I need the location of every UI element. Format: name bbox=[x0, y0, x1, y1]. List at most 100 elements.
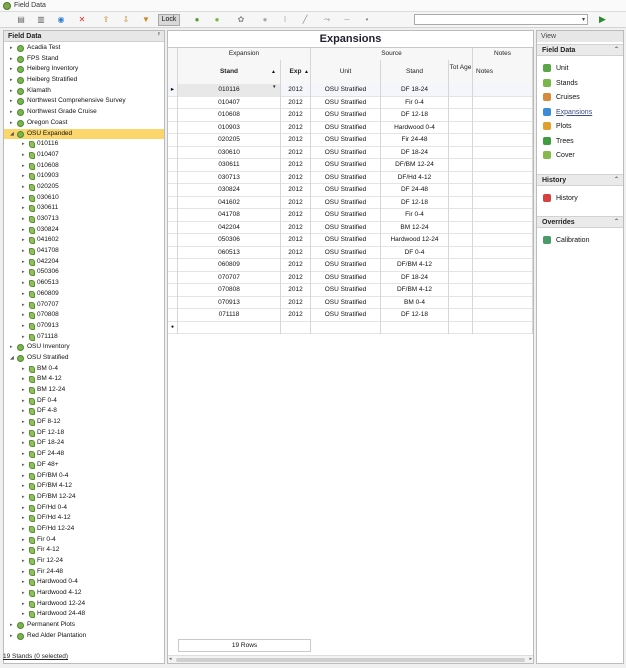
expand-icon[interactable]: ▸ bbox=[22, 235, 28, 246]
expand-icon[interactable]: ▸ bbox=[22, 588, 28, 599]
tree-item[interactable]: ▸ Fir 0-4 bbox=[4, 535, 164, 546]
new-row-cell[interactable] bbox=[281, 321, 311, 334]
tree-item[interactable]: ▸ DF/BM 12-24 bbox=[4, 492, 164, 503]
cell-source-stand[interactable]: DF/BM 4-12 bbox=[381, 259, 449, 272]
circle-icon[interactable]: ● bbox=[260, 15, 270, 25]
expand-icon[interactable]: ▸ bbox=[22, 278, 28, 289]
cell-notes[interactable] bbox=[473, 259, 533, 272]
expand-icon[interactable]: ▸ bbox=[22, 545, 28, 556]
tree-item[interactable]: ▸ 050306 bbox=[4, 267, 164, 278]
tree-item[interactable]: ▸ DF 4-8 bbox=[4, 406, 164, 417]
tree-item[interactable]: ▸ Hardwood 24-48 bbox=[4, 609, 164, 620]
cell-unit[interactable]: OSU Stratified bbox=[311, 96, 381, 109]
cell-notes[interactable] bbox=[473, 246, 533, 259]
expand-icon[interactable]: ▸ bbox=[10, 86, 16, 97]
tree-item[interactable]: ▸ DF/Hd 4-12 bbox=[4, 513, 164, 524]
expand-icon[interactable]: ▸ bbox=[10, 54, 16, 65]
view-item-unit[interactable]: Unit bbox=[543, 63, 568, 75]
cell-exp[interactable]: 2012 bbox=[281, 109, 311, 122]
tree-item[interactable]: ▸ Northwest Grade Cruise bbox=[4, 107, 164, 118]
expand-icon[interactable]: ▸ bbox=[22, 535, 28, 546]
expand-icon[interactable]: ▸ bbox=[10, 620, 16, 631]
row-indicator[interactable] bbox=[168, 259, 178, 272]
expand-icon[interactable]: ▸ bbox=[22, 556, 28, 567]
cell-stand[interactable]: 041602 bbox=[178, 196, 281, 209]
expand-icon[interactable]: ▸ bbox=[22, 289, 28, 300]
row-indicator[interactable] bbox=[168, 184, 178, 197]
tree-item[interactable]: ▸ BM 12-24 bbox=[4, 385, 164, 396]
expand-icon[interactable]: ▸ bbox=[22, 609, 28, 620]
section-header[interactable]: Overrides ⌃ bbox=[537, 216, 623, 228]
collapse-icon[interactable]: ⌃ bbox=[614, 175, 619, 186]
export-icon[interactable]: ⇪ bbox=[101, 15, 111, 25]
cell-exp[interactable]: 2012 bbox=[281, 84, 311, 97]
tree-item[interactable]: ▸ 060809 bbox=[4, 289, 164, 300]
view-item-expansions[interactable]: Expansions bbox=[543, 107, 592, 119]
cell-tot-age[interactable] bbox=[449, 84, 473, 97]
tree-item[interactable]: ▸ Hardwood 12-24 bbox=[4, 599, 164, 610]
cell-source-stand[interactable]: BM 12-24 bbox=[381, 221, 449, 234]
cell-source-stand[interactable]: DF 18-24 bbox=[381, 84, 449, 97]
expand-icon[interactable]: ▸ bbox=[22, 150, 28, 161]
cell-tot-age[interactable] bbox=[449, 296, 473, 309]
filter-icon[interactable]: ▼ bbox=[141, 15, 151, 25]
row-indicator[interactable] bbox=[168, 246, 178, 259]
cell-stand[interactable]: 010407 bbox=[178, 96, 281, 109]
cell-unit[interactable]: OSU Stratified bbox=[311, 271, 381, 284]
tree-item[interactable]: ▸ 070707 bbox=[4, 300, 164, 311]
tree-item[interactable]: ▸ 020205 bbox=[4, 182, 164, 193]
cell-stand[interactable]: 070707 bbox=[178, 271, 281, 284]
cell-source-stand[interactable]: DF/Hd 4-12 bbox=[381, 171, 449, 184]
expand-icon[interactable]: ▸ bbox=[22, 460, 28, 471]
cell-unit[interactable]: OSU Stratified bbox=[311, 296, 381, 309]
tree-item[interactable]: ◢ OSU Expanded bbox=[4, 128, 164, 140]
row-indicator[interactable] bbox=[168, 159, 178, 172]
cell-tot-age[interactable] bbox=[449, 159, 473, 172]
cell-exp[interactable]: 2012 bbox=[281, 159, 311, 172]
tree-item[interactable]: ▸ BM 4-12 bbox=[4, 374, 164, 385]
cell-exp[interactable]: 2012 bbox=[281, 171, 311, 184]
cell-notes[interactable] bbox=[473, 121, 533, 134]
cell-tot-age[interactable] bbox=[449, 171, 473, 184]
tree-item[interactable]: ▸ Klamath bbox=[4, 86, 164, 97]
cell-notes[interactable] bbox=[473, 184, 533, 197]
cell-notes[interactable] bbox=[473, 159, 533, 172]
cell-exp[interactable]: 2012 bbox=[281, 196, 311, 209]
cell-unit[interactable]: OSU Stratified bbox=[311, 234, 381, 247]
tree-item[interactable]: ▸ 010116 bbox=[4, 139, 164, 150]
row-indicator[interactable] bbox=[168, 234, 178, 247]
expand-icon[interactable]: ▸ bbox=[22, 182, 28, 193]
expand-icon[interactable]: ▸ bbox=[22, 471, 28, 482]
tree-item[interactable]: ▸ Hardwood 4-12 bbox=[4, 588, 164, 599]
table-row[interactable]: 060809 2012 OSU Stratified DF/BM 4-12 bbox=[168, 259, 533, 272]
pin-icon[interactable]: ǀ bbox=[280, 15, 290, 25]
expand-icon[interactable]: ▸ bbox=[22, 332, 28, 343]
tree-item[interactable]: ▸ Permanent Plots bbox=[4, 620, 164, 631]
section-header[interactable]: Field Data ⌃ bbox=[537, 44, 623, 56]
table-row[interactable]: 070808 2012 OSU Stratified DF/BM 4-12 bbox=[168, 284, 533, 297]
cell-stand[interactable]: 010116 bbox=[178, 84, 281, 97]
tree-item[interactable]: ▸ 070808 bbox=[4, 310, 164, 321]
cell-source-stand[interactable]: DF 24-48 bbox=[381, 184, 449, 197]
tree-item[interactable]: ◢ OSU Stratified bbox=[4, 353, 164, 364]
cell-notes[interactable] bbox=[473, 296, 533, 309]
cell-unit[interactable]: OSU Stratified bbox=[311, 259, 381, 272]
cell-source-stand[interactable]: DF/BM 4-12 bbox=[381, 284, 449, 297]
new-row-cell[interactable] bbox=[473, 321, 533, 334]
cell-source-stand[interactable]: DF 12-18 bbox=[381, 196, 449, 209]
collapse-icon[interactable]: ◢ bbox=[10, 129, 16, 140]
cell-exp[interactable]: 2012 bbox=[281, 246, 311, 259]
cell-notes[interactable] bbox=[473, 271, 533, 284]
cell-unit[interactable]: OSU Stratified bbox=[311, 134, 381, 147]
cell-notes[interactable] bbox=[473, 96, 533, 109]
expand-icon[interactable]: ▸ bbox=[22, 513, 28, 524]
lock-button[interactable]: Lock bbox=[158, 14, 180, 26]
sort-asc-icon[interactable]: ▲ bbox=[304, 69, 309, 75]
split-icon[interactable]: ⤳ bbox=[322, 15, 332, 25]
cell-unit[interactable]: OSU Stratified bbox=[311, 109, 381, 122]
table-row[interactable]: 030610 2012 OSU Stratified DF 18-24 bbox=[168, 146, 533, 159]
expand-icon[interactable]: ▸ bbox=[22, 364, 28, 375]
cell-exp[interactable]: 2012 bbox=[281, 284, 311, 297]
cell-exp[interactable]: 2012 bbox=[281, 309, 311, 322]
table-row[interactable]: ▸ 010116 ▾ 2012 OSU Stratified DF 18-24 bbox=[168, 84, 533, 97]
